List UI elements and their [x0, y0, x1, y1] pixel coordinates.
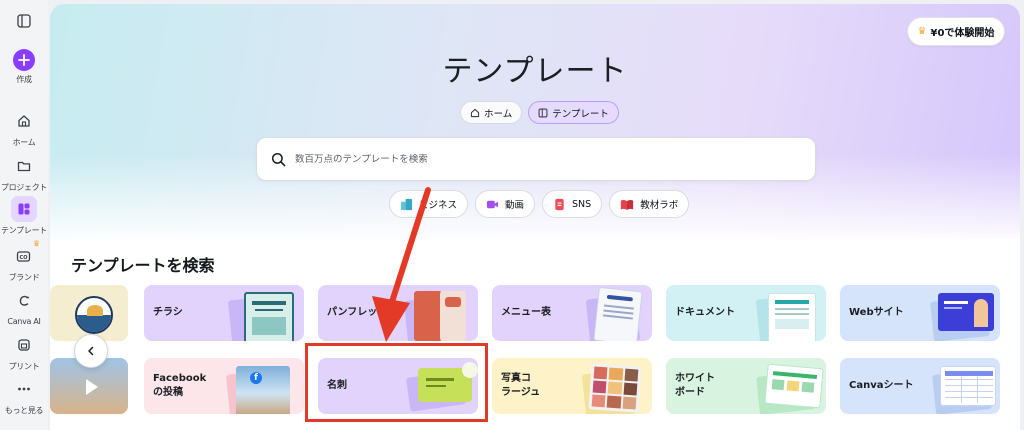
- card-label: メニュー表: [501, 307, 551, 318]
- sidebar-item-label: プリント: [8, 362, 40, 371]
- breadcrumb: ホーム テンプレート: [460, 101, 619, 124]
- sidebar-item-label: 作成: [16, 75, 32, 84]
- card-label: Canvaシート: [849, 380, 914, 391]
- chip-business[interactable]: ビジネス: [389, 190, 469, 218]
- template-icon: [11, 196, 37, 222]
- free-trial-button[interactable]: ♛ ¥0で体験開始: [907, 17, 1005, 46]
- pamphlet-thumbnail-right: [440, 291, 466, 341]
- sidebar-item-projects[interactable]: プロジェクト: [0, 153, 48, 193]
- sheets-thumbnail: [940, 366, 996, 406]
- print-icon: [11, 332, 37, 358]
- svg-text:CO: CO: [20, 255, 28, 261]
- pamphlet-thumbnail: [414, 291, 442, 341]
- facebook-post-thumbnail: f: [236, 366, 290, 414]
- card-pamphlet[interactable]: パンフレット: [318, 285, 478, 341]
- sidebar-item-label: ホーム: [12, 138, 36, 147]
- card-label: 写真コ ラージュ: [501, 373, 541, 398]
- card-business-card[interactable]: 名刺: [318, 358, 478, 414]
- search-bar[interactable]: [256, 137, 816, 181]
- plus-icon: [13, 49, 35, 71]
- canva-ai-icon: [11, 288, 37, 314]
- card-label: Facebook の投稿: [153, 373, 207, 398]
- free-trial-label: ¥0で体験開始: [930, 28, 995, 39]
- logo-thumbnail: [75, 296, 113, 334]
- facebook-icon: f: [250, 372, 262, 384]
- card-label: パンフレット: [327, 307, 388, 318]
- sidebar-toggle[interactable]: [0, 8, 48, 34]
- home-icon: [11, 108, 37, 134]
- breadcrumb-templates[interactable]: テンプレート: [528, 101, 619, 124]
- document-thumbnail: [768, 293, 816, 341]
- video-icon: [486, 200, 499, 208]
- chip-label: 教材ラボ: [640, 200, 679, 211]
- website-thumbnail: [938, 293, 994, 331]
- chevron-left-icon: [88, 346, 94, 356]
- sidebar-item-brand[interactable]: CO ♛ ブランド: [0, 239, 48, 283]
- breadcrumb-label: テンプレート: [552, 108, 609, 120]
- sidebar-item-label: もっと見る: [4, 406, 44, 415]
- chip-label: ビジネス: [419, 200, 458, 211]
- business-card-thumbnail: [418, 362, 478, 402]
- card-label: ドキュメント: [675, 307, 735, 318]
- sidebar-item-templates[interactable]: テンプレート: [0, 196, 48, 236]
- menu-thumbnail: [593, 286, 643, 341]
- folder-icon: [11, 153, 37, 179]
- card-document[interactable]: ドキュメント: [666, 285, 826, 341]
- more-icon: [11, 376, 37, 402]
- chip-label: SNS: [572, 198, 592, 210]
- card-label: チラシ: [153, 307, 183, 318]
- sidebar-item-create[interactable]: 作成: [0, 49, 48, 85]
- sidebar-item-label: ブランド: [8, 273, 40, 282]
- search-icon: [271, 152, 286, 166]
- sns-icon: [555, 198, 564, 210]
- sidebar-item-canva-ai[interactable]: Canva AI: [0, 288, 48, 326]
- card-canva-sheets[interactable]: Canvaシート: [840, 358, 1000, 414]
- card-partial-left-1[interactable]: [50, 285, 128, 341]
- card-website[interactable]: Webサイト: [840, 285, 1000, 341]
- search-input[interactable]: [295, 153, 775, 165]
- template-icon: [538, 108, 548, 117]
- sidebar-item-print[interactable]: プリント: [0, 332, 48, 372]
- crown-icon: ♛: [32, 239, 40, 248]
- card-menu[interactable]: メニュー表: [492, 285, 652, 341]
- card-flyer[interactable]: チラシ: [144, 285, 304, 341]
- sidebar-item-label: テンプレート: [1, 226, 47, 235]
- card-label: 名刺: [327, 380, 347, 391]
- main-panel: ♛ ¥0で体験開始 テンプレート ホーム テンプレート ビジネス 動画 SNS: [50, 4, 1020, 430]
- chip-education[interactable]: 教材ラボ: [609, 190, 690, 218]
- chip-label: 動画: [505, 200, 525, 211]
- sidebar-toggle-icon: [11, 8, 37, 34]
- book-icon: [621, 199, 634, 210]
- breadcrumb-label: ホーム: [484, 108, 513, 120]
- sidebar-item-more[interactable]: もっと見る: [0, 376, 48, 416]
- carousel-prev-button[interactable]: [74, 334, 108, 368]
- business-icon: [400, 198, 413, 210]
- play-icon: [86, 379, 98, 395]
- crown-icon: ♛: [917, 26, 927, 37]
- card-facebook-post[interactable]: Facebook の投稿 f: [144, 358, 304, 414]
- brand-icon: CO ♛: [11, 239, 40, 269]
- page-title: テンプレート: [442, 54, 628, 89]
- card-whiteboard[interactable]: ホワイト ボード: [666, 358, 826, 414]
- chip-video[interactable]: 動画: [475, 190, 536, 218]
- breadcrumb-home[interactable]: ホーム: [460, 101, 523, 124]
- card-photo-collage[interactable]: 写真コ ラージュ: [492, 358, 652, 414]
- sidebar: 作成 ホーム プロジェクト テンプレート CO ♛ ブランド Canva AI: [0, 0, 48, 430]
- section-title: テンプレートを検索: [71, 256, 215, 275]
- card-label: Webサイト: [849, 307, 904, 318]
- chip-sns[interactable]: SNS: [542, 190, 603, 218]
- whiteboard-thumbnail: [764, 363, 824, 409]
- home-icon: [470, 108, 480, 117]
- sidebar-item-label: Canva AI: [7, 317, 41, 326]
- card-label: ホワイト ボード: [675, 373, 715, 398]
- category-chips: ビジネス 動画 SNS 教材ラボ: [389, 190, 690, 218]
- sidebar-item-home[interactable]: ホーム: [0, 108, 48, 148]
- sidebar-item-label: プロジェクト: [0, 183, 48, 192]
- flyer-thumbnail: [244, 292, 294, 341]
- photo-collage-thumbnail: [588, 363, 642, 413]
